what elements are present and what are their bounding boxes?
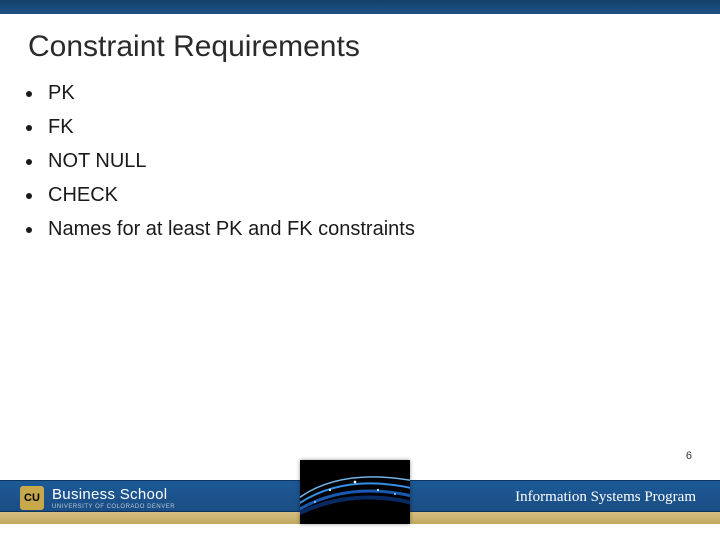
program-name: Information Systems Program xyxy=(515,489,696,506)
list-item: CHECK xyxy=(44,184,415,207)
slide: Constraint Requirements PK FK NOT NULL C… xyxy=(0,0,720,540)
logo-badge-icon: CU xyxy=(20,486,44,510)
slide-title: Constraint Requirements xyxy=(28,30,360,64)
logo-main-text: Business School xyxy=(52,487,175,502)
page-number: 6 xyxy=(686,450,692,462)
top-accent-bar xyxy=(0,0,720,14)
footer-bar-white xyxy=(0,524,720,540)
list-item: PK xyxy=(44,82,415,105)
list-item: FK xyxy=(44,116,415,139)
list-item: NOT NULL xyxy=(44,150,415,173)
footer-decorative-image xyxy=(300,460,410,524)
list-item: Names for at least PK and FK constraints xyxy=(44,218,415,241)
bullet-list: PK FK NOT NULL CHECK Names for at least … xyxy=(44,82,415,252)
logo-text: Business School UNIVERSITY OF COLORADO D… xyxy=(52,487,175,510)
school-logo: CU Business School UNIVERSITY OF COLORAD… xyxy=(20,486,175,510)
light-streaks-icon xyxy=(300,460,410,524)
logo-sub-text: UNIVERSITY OF COLORADO DENVER xyxy=(52,504,175,510)
